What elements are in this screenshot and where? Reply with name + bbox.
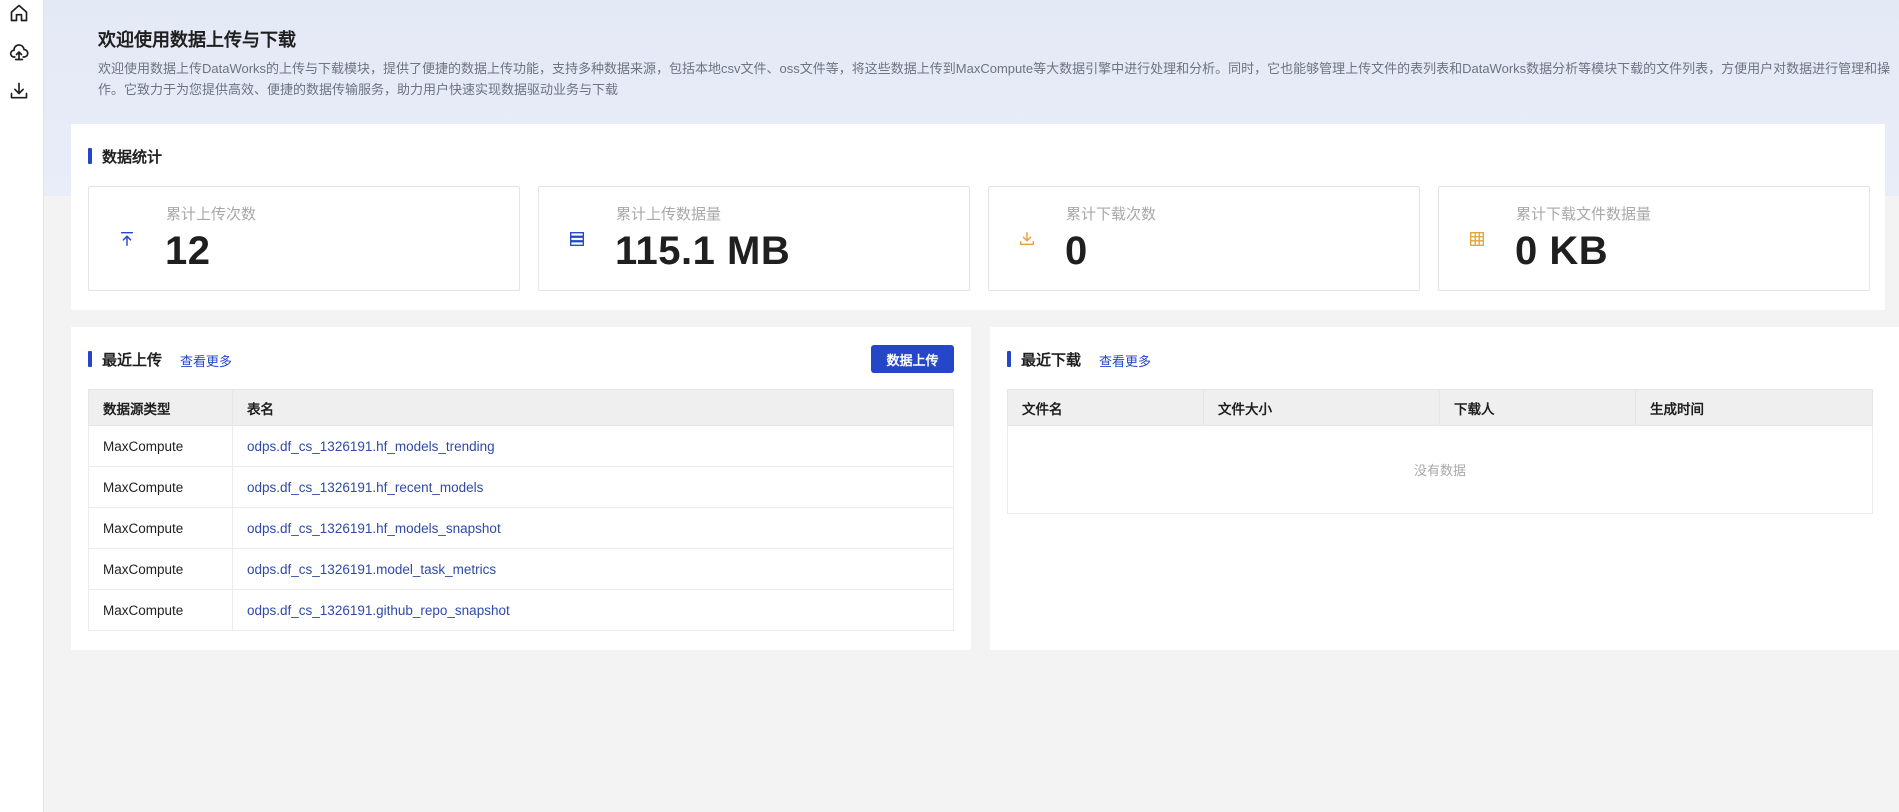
table-row: MaxCompute odps.df_cs_1326191.hf_recent_… [88,466,954,508]
empty-row: 没有数据 [1007,425,1873,514]
main-content: 欢迎使用数据上传与下载 欢迎使用数据上传DataWorks的上传与下载模块，提供… [44,0,1899,812]
data-upload-button[interactable]: 数据上传 [871,345,954,373]
table-name-link[interactable]: odps.df_cs_1326191.hf_models_snapshot [232,507,954,549]
column-header: 文件大小 [1203,389,1440,426]
column-header: 下载人 [1439,389,1636,426]
table-row: MaxCompute odps.df_cs_1326191.model_task… [88,548,954,590]
download-view-more-link[interactable]: 查看更多 [1099,351,1151,370]
table-row: MaxCompute odps.df_cs_1326191.github_rep… [88,589,954,631]
sidebar [0,0,44,812]
stat-label: 累计上传次数 [166,206,257,223]
stat-upload-count: 累计上传次数 12 [88,186,520,291]
stats-card: 数据统计 累计上传次数 12 累计上传数据量 115.1 MB 累计下载次数 0… [71,124,1885,310]
source-type-cell: MaxCompute [88,466,233,508]
recent-upload-card: 最近上传 查看更多 数据上传 数据源类型 表名 MaxCompute odps.… [71,327,971,650]
table-row: MaxCompute odps.df_cs_1326191.hf_models_… [88,507,954,549]
page-description: 欢迎使用数据上传DataWorks的上传与下载模块，提供了便捷的数据上传功能，支… [98,61,1891,97]
column-header: 表名 [232,389,954,426]
table-header-row: 文件名 文件大小 下载人 生成时间 [1007,389,1873,426]
upload-view-more-link[interactable]: 查看更多 [180,351,232,370]
stat-label: 累计下载次数 [1066,206,1157,223]
page-title: 欢迎使用数据上传与下载 [98,30,296,50]
upload-table: 数据源类型 表名 MaxCompute odps.df_cs_1326191.h… [88,389,954,631]
table-name-link[interactable]: odps.df_cs_1326191.hf_recent_models [232,466,954,508]
table-icon [1467,229,1487,249]
column-header: 生成时间 [1635,389,1873,426]
stat-label: 累计上传数据量 [616,206,722,223]
stat-upload-volume: 累计上传数据量 115.1 MB [538,186,970,291]
stat-value: 0 KB [1515,229,1609,273]
recent-upload-title: 最近上传 [88,349,162,370]
column-header: 数据源类型 [88,389,233,426]
source-type-cell: MaxCompute [88,425,233,467]
cloud-upload-icon[interactable] [8,41,30,63]
table-name-link[interactable]: odps.df_cs_1326191.model_task_metrics [232,548,954,590]
download-table: 文件名 文件大小 下载人 生成时间 没有数据 [1007,389,1873,514]
stat-download-count: 累计下载次数 0 [988,186,1420,291]
stat-value: 12 [165,229,211,273]
stat-value: 0 [1065,229,1088,273]
stat-download-volume: 累计下载文件数据量 0 KB [1438,186,1870,291]
stat-label: 累计下载文件数据量 [1516,206,1652,223]
table-header-row: 数据源类型 表名 [88,389,954,426]
recent-download-title: 最近下载 [1007,349,1081,370]
table-name-link[interactable]: odps.df_cs_1326191.hf_models_trending [232,425,954,467]
download-arrow-icon [1017,229,1037,249]
database-icon [567,229,587,249]
upload-arrow-icon [117,229,137,249]
stats-title: 数据统计 [88,146,162,167]
source-type-cell: MaxCompute [88,507,233,549]
recent-download-card: 最近下载 查看更多 文件名 文件大小 下载人 生成时间 没有数据 [990,327,1899,650]
stat-value: 115.1 MB [615,229,791,273]
download-icon[interactable] [8,80,30,102]
source-type-cell: MaxCompute [88,589,233,631]
home-icon[interactable] [8,2,30,24]
table-row: MaxCompute odps.df_cs_1326191.hf_models_… [88,425,954,467]
table-name-link[interactable]: odps.df_cs_1326191.github_repo_snapshot [232,589,954,631]
empty-state-text: 没有数据 [1007,425,1873,514]
column-header: 文件名 [1007,389,1204,426]
source-type-cell: MaxCompute [88,548,233,590]
